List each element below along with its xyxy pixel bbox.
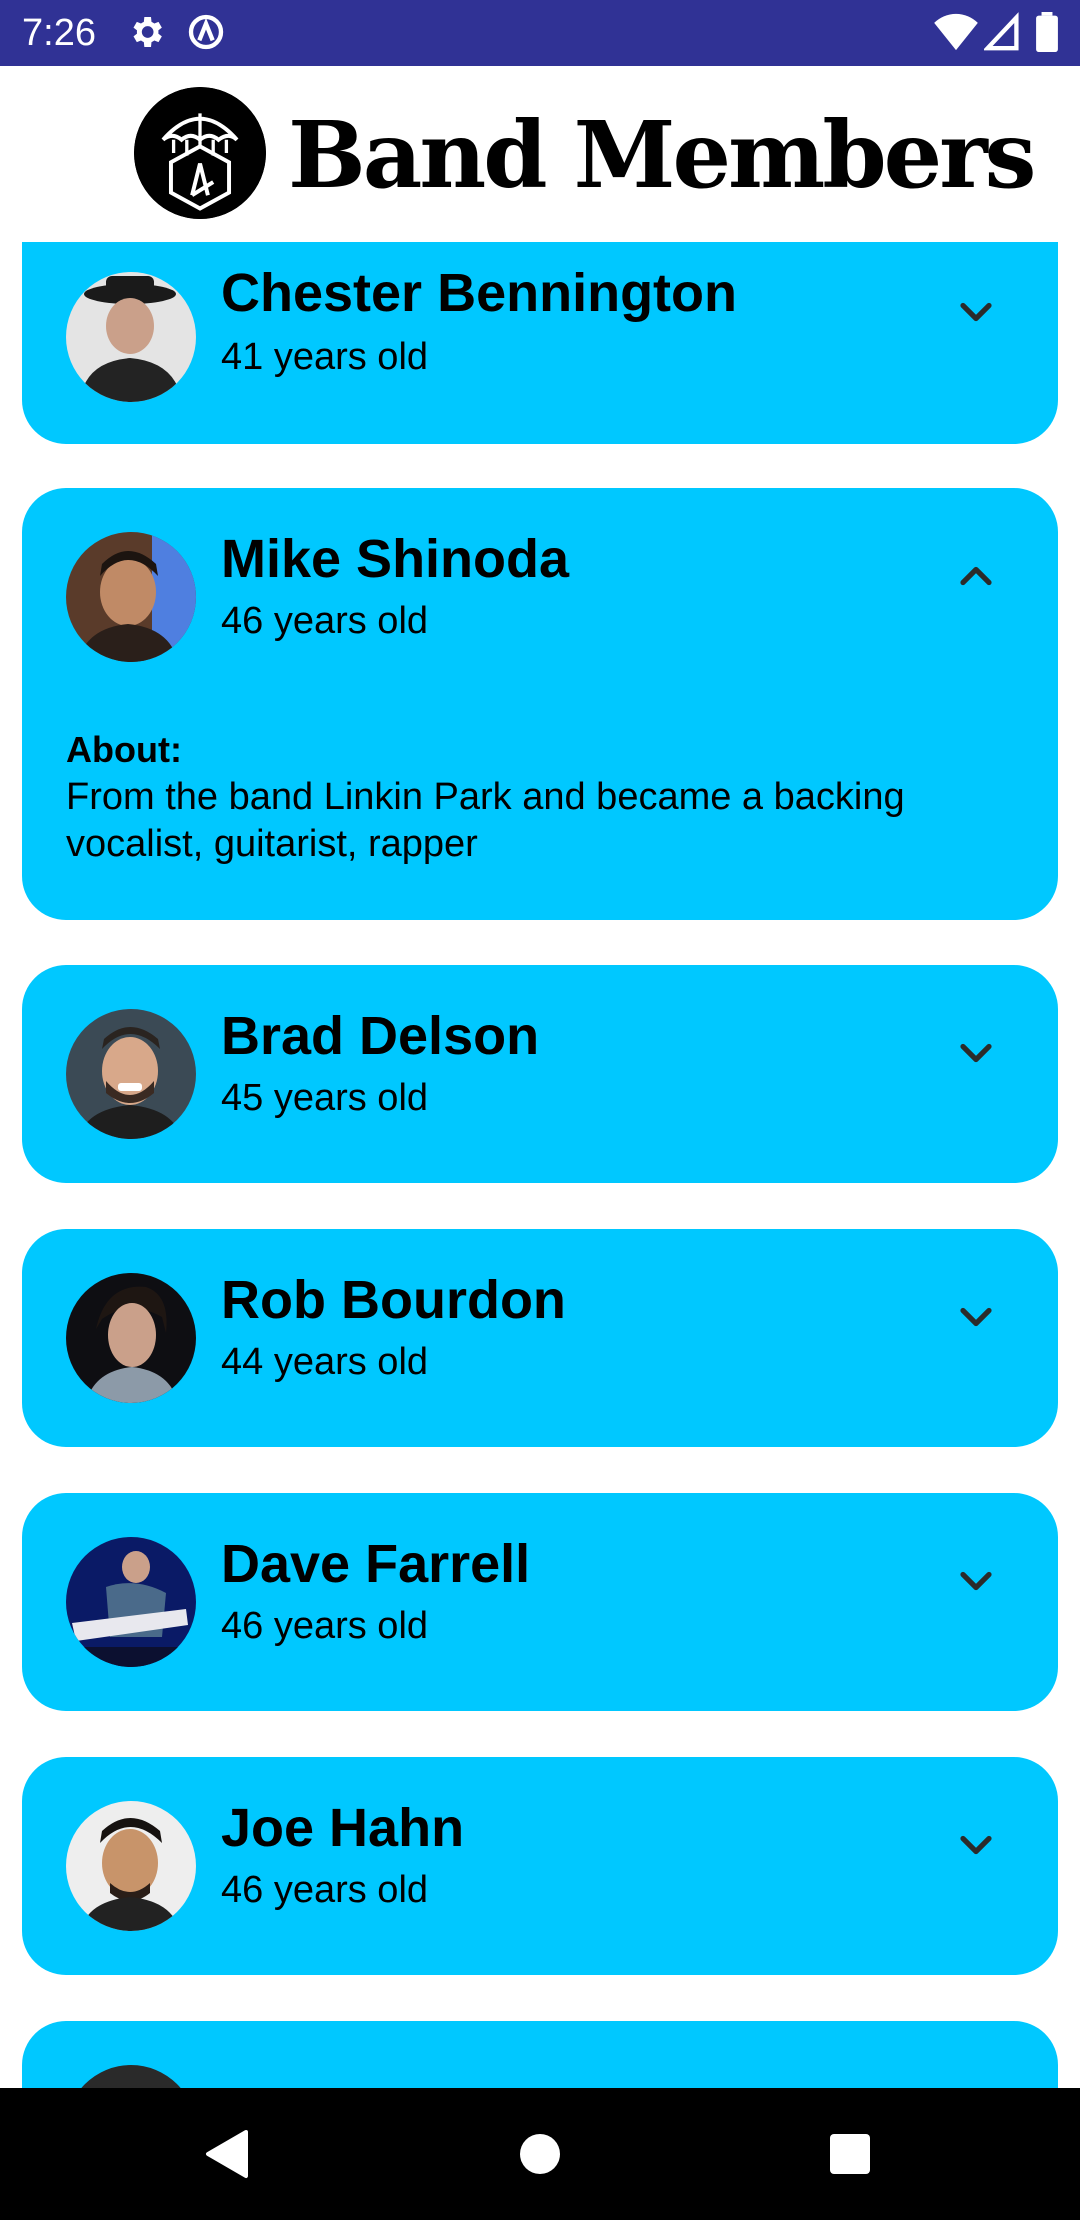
chevron-down-icon[interactable] <box>950 1291 1002 1343</box>
member-card-partial[interactable] <box>22 2021 1058 2088</box>
member-age: 46 years old <box>221 1869 429 1911</box>
status-bar: 7:26 <box>0 0 1080 66</box>
member-card-dave-farrell[interactable]: Dave Farrell 46 years old <box>22 1493 1058 1711</box>
member-card-brad-delson[interactable]: Brad Delson 45 years old <box>22 965 1058 1183</box>
home-icon[interactable] <box>518 2132 562 2176</box>
about-text: From the band Linkin Park and became a b… <box>66 776 905 865</box>
member-name: Dave Farrell <box>221 1534 531 1594</box>
chevron-up-icon[interactable] <box>950 550 1002 602</box>
member-age: 45 years old <box>221 1077 429 1119</box>
signal-icon <box>984 12 1019 51</box>
page-title: Band Members <box>288 101 1036 209</box>
member-card-chester-bennington[interactable]: Chester Bennington 41 years old <box>22 242 1058 444</box>
chevron-down-icon[interactable] <box>950 1027 1002 1079</box>
member-age: 44 years old <box>221 1341 429 1383</box>
wifi-icon <box>934 13 978 51</box>
avatar <box>66 532 196 662</box>
member-card-joe-hahn[interactable]: Joe Hahn 46 years old <box>22 1757 1058 1975</box>
member-name: Brad Delson <box>221 1006 540 1066</box>
gear-icon <box>133 17 162 47</box>
member-list[interactable]: Chester Bennington 41 years old Mike Shi… <box>0 242 1080 2088</box>
member-name: Joe Hahn <box>221 1798 465 1858</box>
avatar <box>66 272 196 402</box>
chevron-down-icon[interactable] <box>950 1555 1002 1607</box>
umbrella-logo <box>134 87 266 219</box>
member-card-mike-shinoda[interactable]: Mike Shinoda 46 years old About: From th… <box>22 488 1058 920</box>
about-label: About: <box>66 729 182 770</box>
status-time: 7:26 <box>22 12 96 54</box>
chevron-down-icon[interactable] <box>950 1819 1002 1871</box>
circle-a-icon <box>188 14 224 50</box>
avatar <box>66 1801 196 1931</box>
avatar <box>66 2065 196 2088</box>
chevron-down-icon[interactable] <box>950 286 1002 338</box>
avatar <box>66 1009 196 1139</box>
avatar <box>66 1273 196 1403</box>
recents-icon[interactable] <box>828 2132 872 2176</box>
member-card-rob-bourdon[interactable]: Rob Bourdon 44 years old <box>22 1229 1058 1447</box>
avatar <box>66 1537 196 1667</box>
member-age: 46 years old <box>221 600 429 642</box>
battery-icon <box>1036 12 1058 52</box>
member-name: Rob Bourdon <box>221 1270 566 1330</box>
member-name: Chester Bennington <box>221 263 738 323</box>
member-age: 41 years old <box>221 336 429 378</box>
member-name: Mike Shinoda <box>221 529 570 589</box>
member-age: 46 years old <box>221 1605 429 1647</box>
back-icon[interactable] <box>204 2128 250 2180</box>
navigation-bar <box>0 2088 1080 2220</box>
